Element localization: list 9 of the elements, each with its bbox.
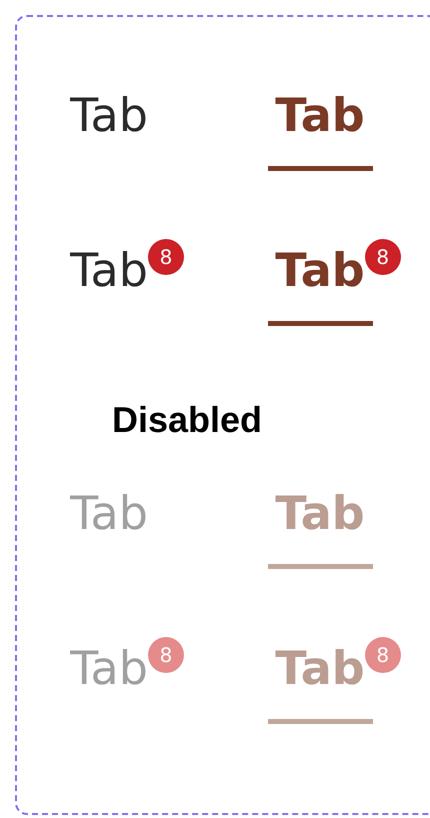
count-badge: 8 xyxy=(364,637,401,673)
count-badge: 8 xyxy=(148,239,184,275)
tab[interactable]: Tab xyxy=(275,247,365,293)
count-badge: 8 xyxy=(364,239,401,275)
tab[interactable]: Tab xyxy=(70,92,148,138)
count-badge: 8 xyxy=(148,637,184,673)
tab[interactable]: Tab xyxy=(70,247,148,293)
section-heading: Disabled xyxy=(111,402,264,438)
tab[interactable]: Tab xyxy=(275,92,365,138)
